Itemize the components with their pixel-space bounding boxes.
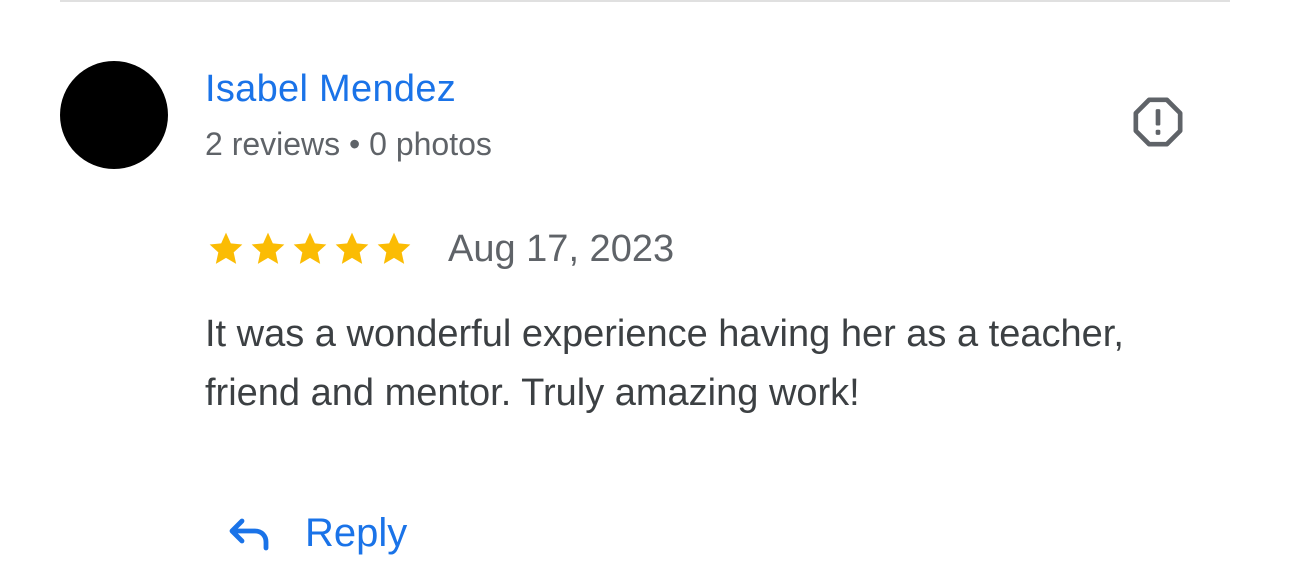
review-text: It was a wonderful experience having her… bbox=[205, 313, 1124, 414]
star-rating bbox=[205, 229, 415, 269]
reviewer-meta: 2 reviews • 0 photos bbox=[205, 126, 492, 162]
avatar[interactable] bbox=[60, 61, 168, 169]
reviewer-name[interactable]: Isabel Mendez bbox=[205, 66, 456, 112]
star-icon bbox=[251, 232, 285, 264]
reply-button[interactable]: Reply bbox=[225, 500, 407, 566]
reply-arrow-icon bbox=[229, 518, 269, 551]
star-icon bbox=[377, 232, 411, 264]
reply-label: Reply bbox=[305, 511, 408, 555]
star-icon bbox=[209, 232, 243, 264]
star-icon bbox=[335, 232, 369, 264]
report-button[interactable] bbox=[1124, 88, 1192, 156]
top-divider bbox=[60, 0, 1230, 2]
star-icon bbox=[293, 232, 327, 264]
review-date: Aug 17, 2023 bbox=[448, 228, 675, 270]
rating-row: Aug 17, 2023 bbox=[205, 224, 674, 274]
report-octagon-icon bbox=[1133, 97, 1183, 147]
